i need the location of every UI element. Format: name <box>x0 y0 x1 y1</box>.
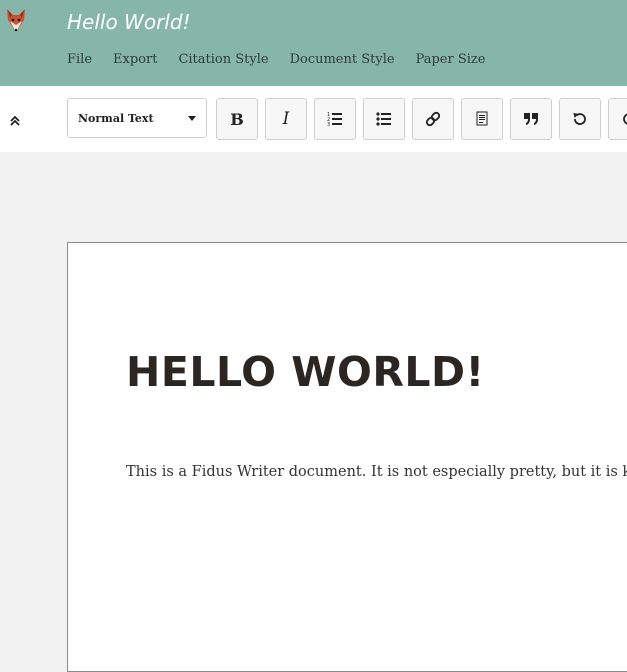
bold-icon: B <box>230 109 244 129</box>
document-body-paragraph[interactable]: This is a Fidus Writer document. It is n… <box>126 464 627 480</box>
document-title-header[interactable]: Hello World! <box>67 10 191 34</box>
blockquote-button[interactable] <box>510 98 552 140</box>
svg-text:3: 3 <box>327 122 330 127</box>
undo-button[interactable] <box>559 98 601 140</box>
document-page[interactable] <box>67 242 627 672</box>
bullet-list-icon <box>376 111 392 127</box>
document-title[interactable]: HELLO WORLD! <box>126 348 485 396</box>
redo-icon <box>621 111 627 127</box>
main-menu: File Export Citation Style Document Style Pa… <box>67 50 506 68</box>
ordered-list-icon: 1 2 3 <box>327 111 343 127</box>
footnote-icon <box>475 111 489 127</box>
bullet-list-button[interactable] <box>363 98 405 140</box>
fox-icon[interactable] <box>5 8 27 34</box>
caret-down-icon <box>188 116 196 121</box>
italic-icon: I <box>282 109 290 129</box>
bold-button[interactable]: B <box>216 98 258 140</box>
link-button[interactable] <box>412 98 454 140</box>
footnote-button[interactable] <box>461 98 503 140</box>
block-type-select[interactable]: Normal Text <box>67 98 207 138</box>
menu-paper-size[interactable]: Paper Size <box>416 52 486 67</box>
link-icon <box>425 111 441 127</box>
italic-button[interactable]: I <box>265 98 307 140</box>
double-chevron-up-icon[interactable] <box>7 112 23 128</box>
redo-button[interactable] <box>608 98 627 140</box>
quote-icon <box>523 111 539 127</box>
undo-icon <box>572 111 588 127</box>
menu-citation-style[interactable]: Citation Style <box>178 52 268 67</box>
menu-document-style[interactable]: Document Style <box>290 52 395 67</box>
block-type-label: Normal Text <box>78 112 154 125</box>
menu-file[interactable]: File <box>67 52 92 67</box>
numbered-list-button[interactable]: 1 2 3 <box>314 98 356 140</box>
menu-export[interactable]: Export <box>113 52 157 67</box>
